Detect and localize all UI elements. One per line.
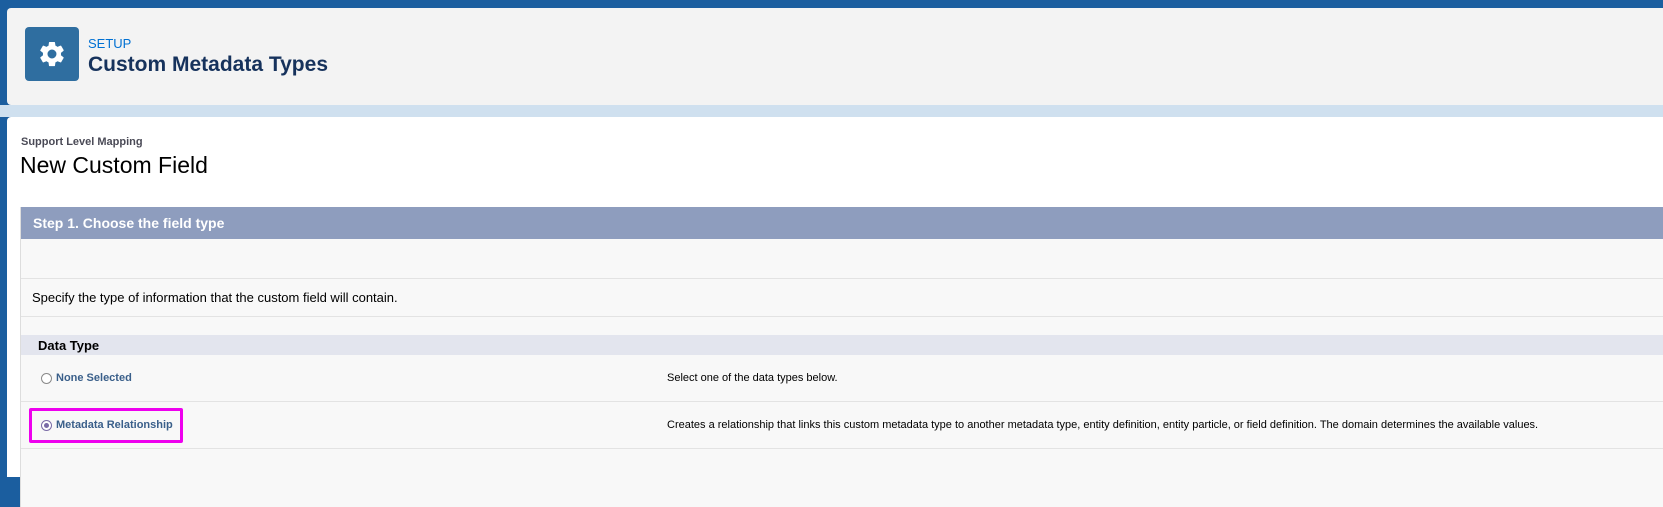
metadata-relationship-option[interactable]: Metadata Relationship xyxy=(41,419,173,431)
data-type-row-metadata-relationship: Metadata Relationship Creates a relation… xyxy=(21,402,1663,449)
breadcrumb: Support Level Mapping xyxy=(21,136,143,148)
none-selected-option[interactable]: None Selected xyxy=(41,372,132,384)
page-header-title: Custom Metadata Types xyxy=(88,53,328,76)
data-type-row-none-selected: None Selected Select one of the data typ… xyxy=(21,355,1663,402)
instruction-text: Specify the type of information that the… xyxy=(21,279,1663,317)
header-divider-band xyxy=(0,105,1663,117)
step-section: Step 1. Choose the field type Specify th… xyxy=(20,207,1663,507)
none-selected-description: Select one of the data types below. xyxy=(667,372,838,384)
metadata-relationship-radio[interactable] xyxy=(41,419,52,431)
gear-icon xyxy=(25,27,79,81)
data-type-section-title: Data Type xyxy=(21,335,1663,355)
step-title: Step 1. Choose the field type xyxy=(21,207,1663,239)
none-selected-radio[interactable] xyxy=(41,372,52,384)
metadata-relationship-label[interactable]: Metadata Relationship xyxy=(56,419,173,431)
setup-link[interactable]: SETUP xyxy=(88,36,131,51)
metadata-relationship-description: Creates a relationship that links this c… xyxy=(667,419,1539,431)
page-title: New Custom Field xyxy=(20,152,208,178)
content-panel: Support Level Mapping New Custom Field S… xyxy=(7,117,1663,507)
none-selected-label[interactable]: None Selected xyxy=(56,372,132,384)
setup-header: SETUP Custom Metadata Types xyxy=(7,8,1663,105)
button-row xyxy=(21,239,1663,279)
